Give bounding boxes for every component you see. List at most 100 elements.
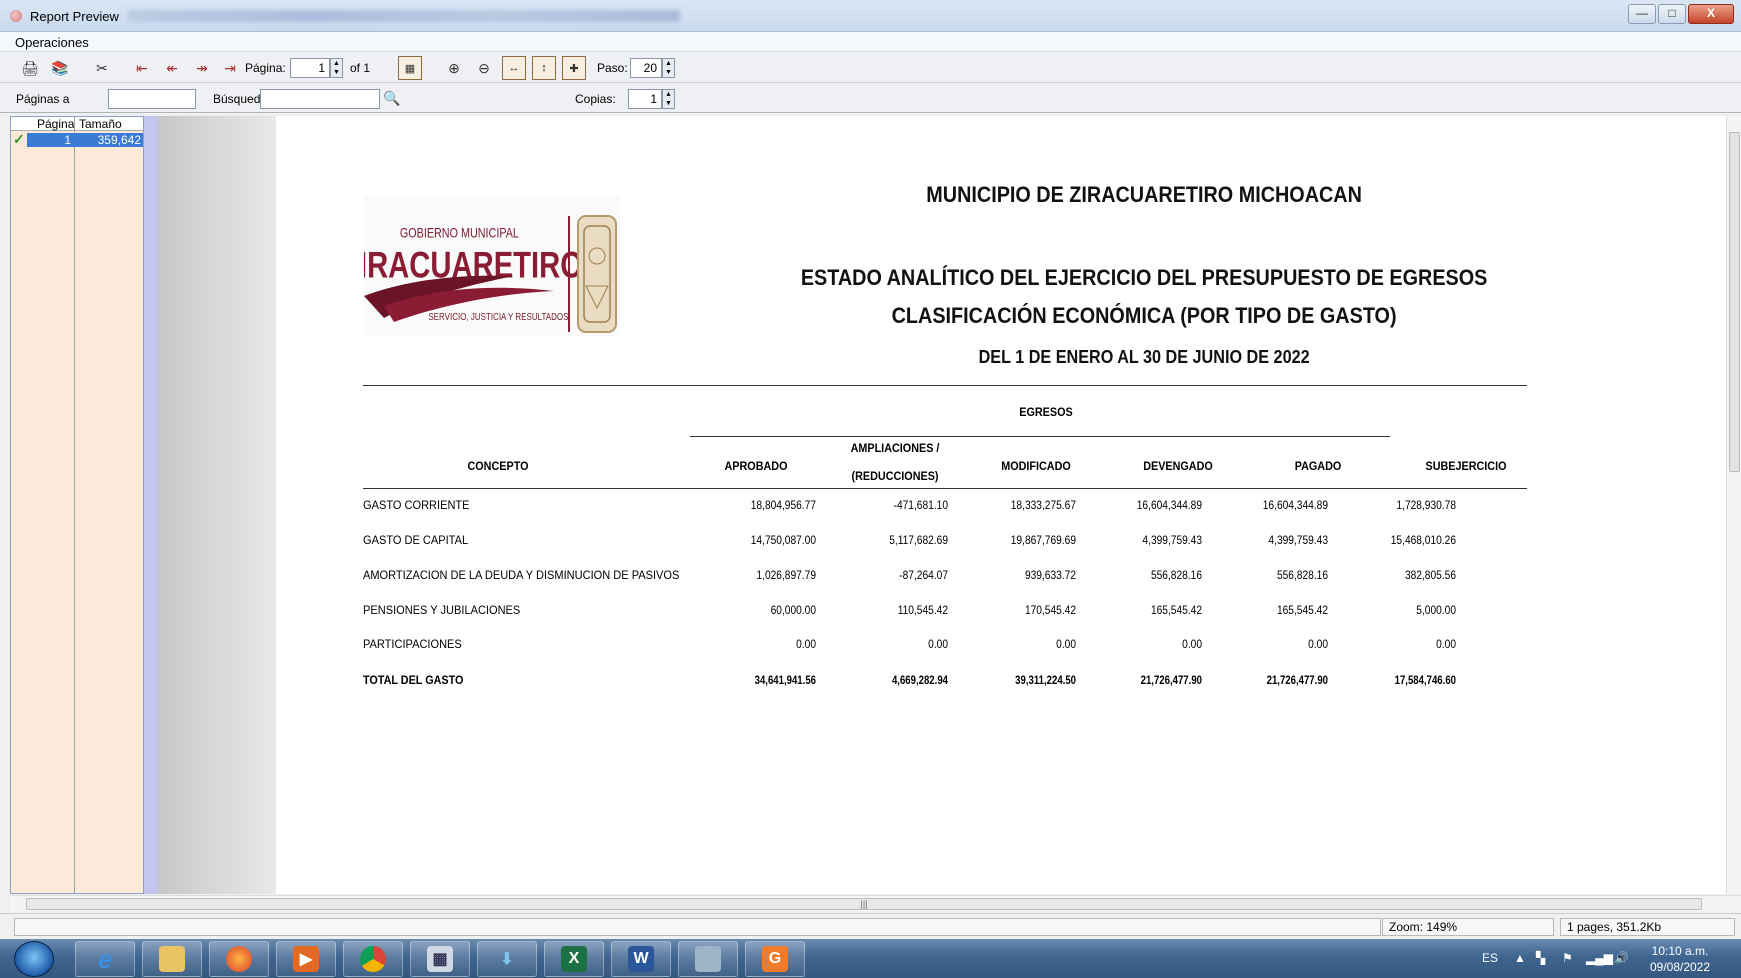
vertical-scroll-thumb[interactable] xyxy=(1729,132,1740,472)
print-icon[interactable]: 🖨 xyxy=(18,56,42,80)
search-input[interactable] xyxy=(260,89,380,109)
horizontal-scrollbar[interactable]: ||| xyxy=(10,895,1741,911)
row-devengado: 165,545.42 xyxy=(1150,603,1202,617)
menu-bar: Operaciones xyxy=(0,32,1741,52)
paso-spinner[interactable]: ▲ ▼ xyxy=(662,58,675,78)
page-spinner[interactable]: ▲ ▼ xyxy=(330,58,343,78)
status-zoom: Zoom: 149% xyxy=(1382,918,1554,936)
copias-spinner[interactable]: ▲ ▼ xyxy=(662,89,675,109)
row-ampliaciones: -87,264.07 xyxy=(899,568,948,582)
taskbar-chrome[interactable] xyxy=(343,941,403,977)
row-subejercicio: 1,728,930.78 xyxy=(1396,498,1456,512)
menu-operaciones[interactable]: Operaciones xyxy=(15,35,89,50)
whole-page-icon[interactable]: ✚ xyxy=(562,56,586,80)
previous-page-icon[interactable]: ↞ xyxy=(160,56,184,80)
copias-input[interactable]: 1 xyxy=(628,89,662,109)
row-concepto: GASTO DE CAPITAL xyxy=(363,533,469,547)
ie-icon: e xyxy=(97,943,113,974)
column-divider xyxy=(74,117,75,893)
minimize-button[interactable]: — xyxy=(1628,4,1656,24)
title-bar: Report Preview — □ X xyxy=(0,0,1741,32)
column-pagina[interactable]: Página xyxy=(37,117,74,131)
network-icon[interactable]: ▂▄▆ xyxy=(1586,951,1613,965)
action-center-icon[interactable]: ⚑ xyxy=(1562,951,1573,965)
app-icon-generic xyxy=(695,946,721,972)
page-number-input[interactable]: 1 xyxy=(290,58,330,78)
pdf-icon: G xyxy=(762,946,788,972)
last-page-icon[interactable]: ⇥ xyxy=(218,56,242,80)
header-modificado: MODIFICADO xyxy=(1001,459,1071,473)
paginas-a-input[interactable] xyxy=(108,89,196,109)
taskbar-media[interactable]: ▶ xyxy=(276,941,336,977)
page-list-row[interactable]: 1 359,642 xyxy=(27,133,143,147)
preview-margin xyxy=(158,116,276,894)
copias-label: Copias: xyxy=(575,92,616,106)
window-title: Report Preview xyxy=(30,9,119,24)
paginas-a-label: Páginas a xyxy=(16,92,70,106)
taskbar-firefox[interactable] xyxy=(209,941,269,977)
total-devengado: 21,726,477.90 xyxy=(1140,673,1202,687)
fit-width-icon[interactable]: ↔ xyxy=(502,56,526,80)
app-icon xyxy=(10,10,22,22)
folder-icon xyxy=(159,946,185,972)
row-devengado: 4,399,759.43 xyxy=(1142,533,1202,547)
row-pagado: 165,545.42 xyxy=(1276,603,1328,617)
taskbar-ie[interactable]: e xyxy=(75,941,135,977)
header-ampliaciones: AMPLIACIONES / xyxy=(850,441,940,455)
busqueda-label: Búsqued xyxy=(213,92,261,106)
zoom-in-icon[interactable]: ⊕ xyxy=(442,56,466,80)
fit-height-icon[interactable]: ↕ xyxy=(532,56,556,80)
calculator-icon: ▦ xyxy=(427,946,453,972)
row-modificado: 0.00 xyxy=(1056,637,1076,651)
first-page-icon[interactable]: ⇤ xyxy=(130,56,154,80)
tray-app-icon[interactable]: ▚ xyxy=(1536,951,1545,965)
taskbar-download[interactable]: ⬇ xyxy=(477,941,537,977)
row-ampliaciones: 5,117,682.69 xyxy=(889,533,948,547)
maximize-button[interactable]: □ xyxy=(1658,4,1686,24)
row-concepto: PENSIONES Y JUBILACIONES xyxy=(363,603,521,617)
print-setup-icon[interactable]: 📚 xyxy=(48,56,72,80)
row-subejercicio: 0.00 xyxy=(1436,637,1456,651)
blurred-title-detail xyxy=(128,10,680,22)
vertical-scrollbar[interactable] xyxy=(1726,116,1741,894)
row-concepto: GASTO CORRIENTE xyxy=(363,498,470,512)
row-devengado: 0.00 xyxy=(1182,637,1202,651)
total-concepto: TOTAL DEL GASTO xyxy=(363,673,464,687)
header-rule xyxy=(363,385,1527,386)
fit-page-icon[interactable]: ▦ xyxy=(398,56,422,80)
row-modificado: 19,867,769.69 xyxy=(1010,533,1076,547)
volume-icon[interactable]: 🔊 xyxy=(1614,951,1629,965)
tray-arrow-icon[interactable]: ▲ xyxy=(1514,951,1526,965)
column-tamano[interactable]: Tamaño xyxy=(79,117,122,131)
columns-rule xyxy=(363,488,1527,489)
taskbar-excel[interactable]: X xyxy=(544,941,604,977)
panel-divider[interactable] xyxy=(144,116,158,894)
total-modificado: 39,311,224.50 xyxy=(1015,673,1076,687)
row-aprobado: 60,000.00 xyxy=(770,603,816,617)
taskbar-word[interactable]: W xyxy=(611,941,671,977)
close-button[interactable]: X xyxy=(1688,4,1734,24)
search-icon[interactable]: 🔍 xyxy=(380,86,404,110)
row-ampliaciones: -471,681.10 xyxy=(893,498,948,512)
taskbar-pdf[interactable]: G xyxy=(745,941,805,977)
status-bar: Zoom: 149% 1 pages, 351.2Kb xyxy=(0,913,1741,939)
page-count-label: of 1 xyxy=(350,61,371,75)
row-pagado: 16,604,344.89 xyxy=(1262,498,1328,512)
horizontal-scroll-thumb[interactable]: ||| xyxy=(26,898,1702,910)
taskbar-explorer[interactable] xyxy=(142,941,202,977)
close-report-icon[interactable]: ✂ xyxy=(90,56,114,80)
row-devengado: 16,604,344.89 xyxy=(1136,498,1202,512)
page-list-panel: Página Tamaño ✓ 1 359,642 xyxy=(10,116,144,894)
zoom-out-icon[interactable]: ⊖ xyxy=(472,56,496,80)
taskbar-app[interactable] xyxy=(678,941,738,977)
row-aprobado: 1,026,897.79 xyxy=(756,568,816,582)
language-indicator[interactable]: ES xyxy=(1482,951,1498,965)
taskbar: e ▶ ▦ ⬇ X W G ES ▲ ▚ ⚑ ▂▄▆ 🔊 10:10 a.m. … xyxy=(0,939,1741,978)
row-modificado: 170,545.42 xyxy=(1024,603,1076,617)
logo-top-text: GOBIERNO MUNICIPAL xyxy=(400,225,519,241)
taskbar-clock[interactable]: 10:10 a.m. 09/08/2022 xyxy=(1645,943,1715,975)
taskbar-calculator[interactable]: ▦ xyxy=(410,941,470,977)
next-page-icon[interactable]: ↠ xyxy=(190,56,214,80)
start-button[interactable] xyxy=(14,941,54,977)
paso-input[interactable]: 20 xyxy=(630,58,662,78)
